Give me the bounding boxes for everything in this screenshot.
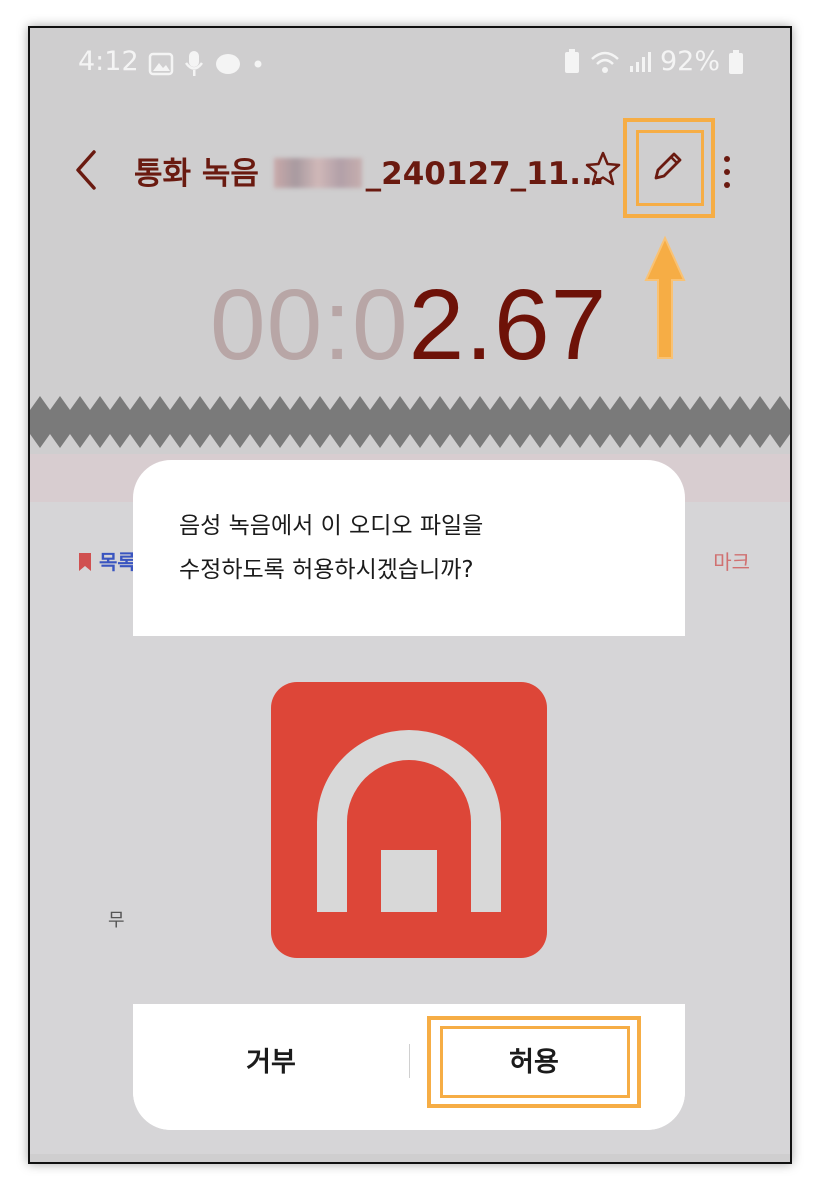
dialog-message: 음성 녹음에서 이 오디오 파일을 수정하도록 허용하시겠습니까?	[179, 504, 483, 592]
dialog-message-line2: 수정하도록 허용하시겠습니까?	[179, 557, 474, 583]
permission-dialog: 음성 녹음에서 이 오디오 파일을 수정하도록 허용하시겠습니까? 거부 허용	[133, 460, 685, 1130]
battery-icon	[729, 49, 743, 74]
status-right: 92%	[562, 46, 744, 77]
playback-timer: 00:02.67	[210, 268, 607, 383]
status-time: 4:12	[78, 46, 139, 77]
button-separator	[409, 1044, 410, 1078]
phone-screen: 4:12 92% 통화 녹음 _240127_11... 00:02.67 목록…	[28, 26, 792, 1164]
bookmark-add-button[interactable]: 마크	[713, 546, 750, 575]
microphone-icon	[184, 51, 204, 76]
title-suffix: _240127_11...	[365, 156, 605, 192]
notification-icons	[148, 50, 264, 78]
wifi-icon	[591, 51, 619, 73]
battery-percent: 92%	[659, 46, 720, 77]
dialog-buttons: 거부 허용	[133, 1004, 685, 1130]
favorite-star-icon[interactable]	[584, 150, 622, 188]
gallery-icon	[148, 52, 174, 76]
bookmark-icon	[79, 553, 91, 571]
allow-button[interactable]: 허용	[427, 1040, 641, 1079]
more-notifications-icon	[254, 60, 262, 68]
edit-pencil-icon[interactable]	[650, 148, 686, 184]
dialog-icon-area	[133, 636, 685, 1004]
bookmark-list-label: 목록	[98, 550, 136, 574]
back-arrow-icon[interactable]	[70, 148, 100, 192]
dialog-message-line1: 음성 녹음에서 이 오디오 파일을	[179, 513, 484, 539]
headphones-app-icon	[271, 682, 547, 958]
title-prefix: 통화 녹음	[134, 156, 259, 192]
status-bar: 4:12 92%	[30, 28, 790, 98]
chat-app-icon	[216, 54, 240, 74]
timer-elapsed-main: 2.67	[408, 269, 608, 381]
waveform-cut-divider	[30, 396, 790, 448]
bookmark-list-button[interactable]: 목록	[78, 546, 136, 575]
battery-saver-icon	[564, 48, 579, 73]
deny-button[interactable]: 거부	[133, 1040, 409, 1079]
recording-title: 통화 녹음 _240127_11...	[134, 148, 605, 193]
more-options-icon[interactable]	[720, 154, 734, 190]
background-label: 무	[108, 910, 125, 931]
app-toolbar: 통화 녹음 _240127_11...	[30, 118, 790, 218]
blurred-phone-number	[273, 158, 362, 188]
timer-elapsed-dim: 00:0	[210, 269, 409, 381]
up-arrow-annotation-icon	[644, 235, 686, 359]
signal-icon	[629, 51, 651, 72]
